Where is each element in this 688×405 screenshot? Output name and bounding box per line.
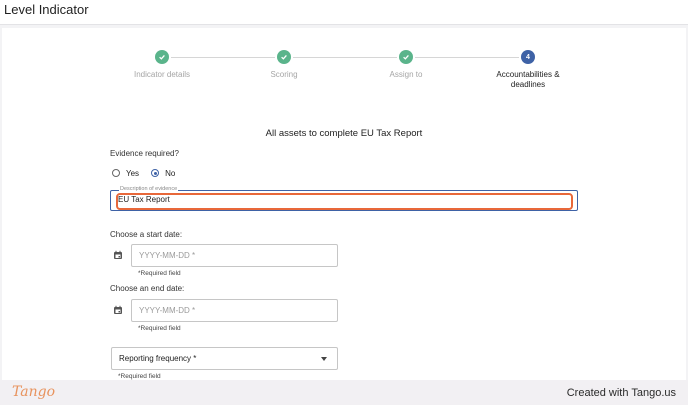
step-label: Accountabilities & deadlines (496, 70, 560, 89)
evidence-floating-label: Description of evidence (119, 186, 179, 192)
radio-yes-label: Yes (126, 168, 140, 178)
check-icon (277, 50, 291, 64)
end-date-label: Choose an end date: (110, 284, 185, 293)
step-label: Assign to (389, 70, 423, 79)
step-accountabilities[interactable]: 4 Accountabilities & deadlines (463, 50, 593, 90)
form-card: Indicator details Scoring Assign to 4 Ac… (2, 28, 686, 380)
end-required-text: *Required field (138, 325, 181, 332)
radio-no-label: No (165, 168, 176, 178)
evidence-description-input[interactable]: Description of evidence EU Tax Report (110, 186, 578, 211)
tango-logo: Tango (12, 384, 56, 400)
step-number: 4 (521, 50, 535, 64)
start-date-label: Choose a start date: (110, 230, 183, 239)
reporting-frequency-label: Reporting frequency * (119, 354, 197, 363)
section-title: All assets to complete EU Tax Report (265, 128, 423, 139)
chevron-down-icon (321, 357, 327, 361)
calendar-icon[interactable] (113, 250, 123, 260)
check-icon (399, 50, 413, 64)
frequency-required-text: *Required field (118, 373, 161, 380)
start-required-text: *Required field (138, 270, 181, 277)
calendar-icon[interactable] (113, 305, 123, 315)
end-date-input[interactable]: YYYY-MM-DD * (131, 299, 338, 322)
step-scoring[interactable]: Scoring (219, 50, 349, 80)
step-label: Indicator details (133, 70, 191, 79)
radio-no[interactable] (151, 169, 160, 177)
click-highlight (116, 193, 573, 210)
tango-credit: Created with Tango.us (566, 387, 676, 399)
step-indicator-details[interactable]: Indicator details (97, 50, 227, 80)
check-icon (155, 50, 169, 64)
step-assign-to[interactable]: Assign to (341, 50, 471, 80)
app-header: Level Indicator (0, 0, 688, 25)
start-date-input[interactable]: YYYY-MM-DD * (131, 244, 338, 267)
tango-footer: Tango Created with Tango.us (0, 380, 688, 405)
evidence-question: Evidence required? (110, 149, 179, 158)
step-label: Scoring (270, 70, 298, 79)
radio-yes[interactable] (112, 169, 120, 177)
evidence-value: EU Tax Report (118, 195, 170, 204)
page-title: Level Indicator (4, 2, 89, 17)
reporting-frequency-select[interactable]: Reporting frequency * (111, 347, 338, 370)
evidence-radio-group: Yes No (112, 167, 187, 179)
